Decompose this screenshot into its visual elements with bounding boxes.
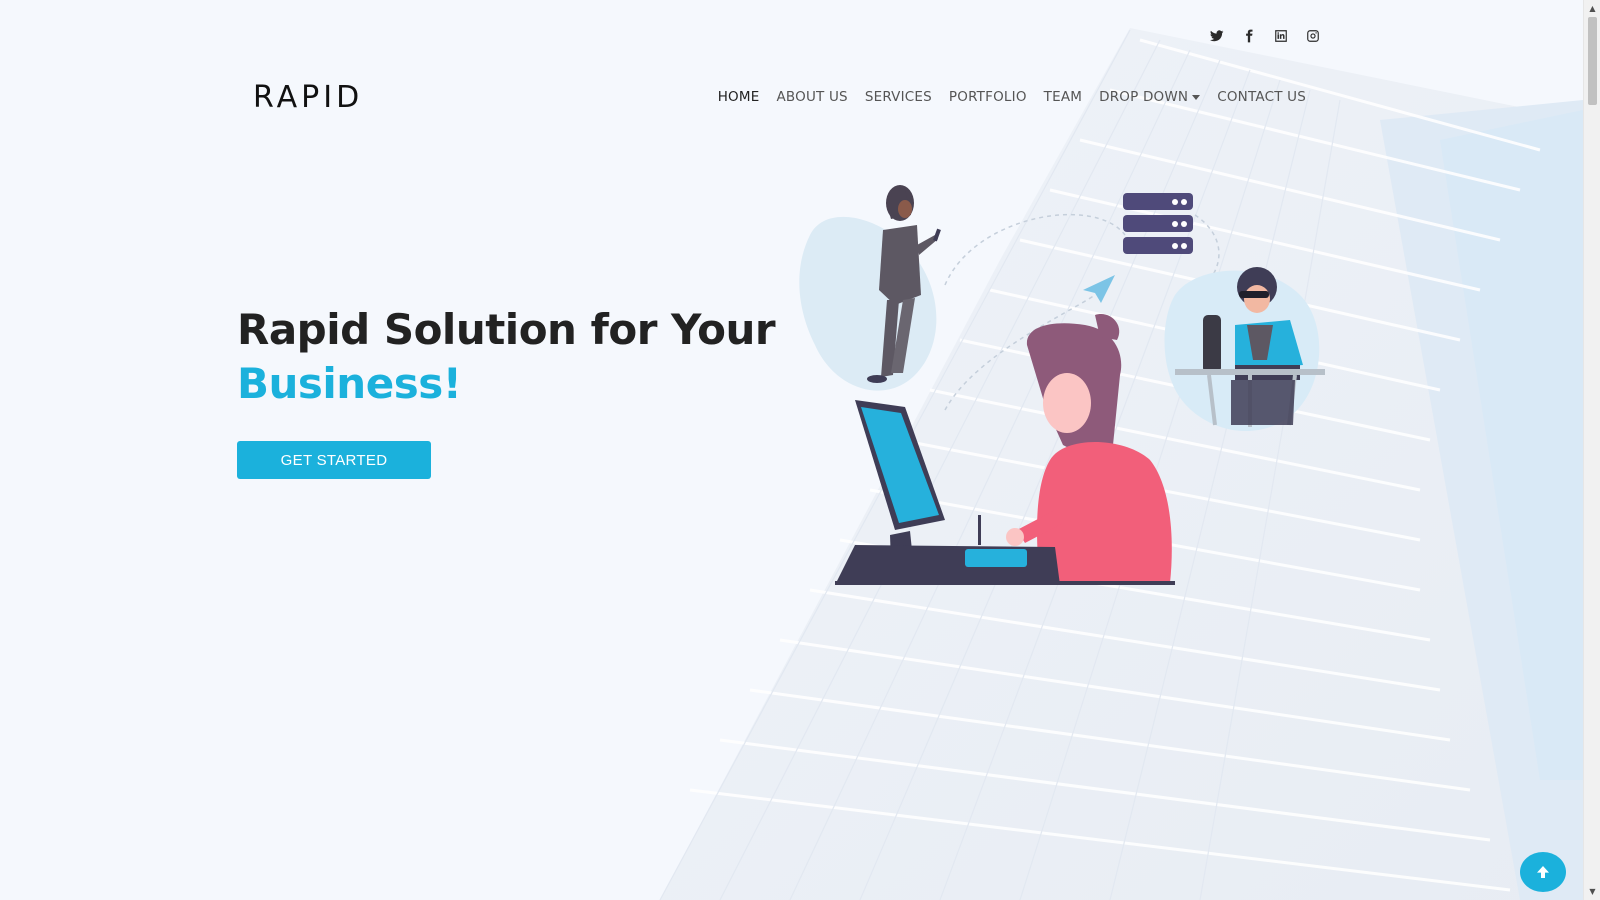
arrow-up-icon: [1537, 866, 1549, 878]
nav-item-about-us[interactable]: ABOUT US: [776, 89, 847, 105]
nav-item-team[interactable]: TEAM: [1044, 89, 1082, 105]
hero-illustration: [799, 185, 1325, 585]
caret-down-icon: [1192, 94, 1201, 100]
scroll-down-arrow-icon[interactable]: ▼: [1584, 883, 1600, 900]
facebook-icon[interactable]: [1240, 27, 1258, 45]
instagram-icon[interactable]: [1304, 27, 1322, 45]
nav-item-drop-down-label: DROP DOWN: [1099, 89, 1189, 105]
back-to-top-button[interactable]: [1520, 852, 1566, 892]
social-links: [1208, 27, 1322, 45]
twitter-icon[interactable]: [1208, 27, 1226, 45]
linkedin-icon[interactable]: [1272, 27, 1290, 45]
main-nav: HOME ABOUT US SERVICES PORTFOLIO TEAM DR…: [718, 89, 1306, 105]
get-started-button[interactable]: GET STARTED: [237, 441, 431, 479]
nav-item-contact-us[interactable]: CONTACT US: [1217, 89, 1306, 105]
nav-item-portfolio[interactable]: PORTFOLIO: [949, 89, 1027, 105]
scroll-up-arrow-icon[interactable]: ▲: [1584, 0, 1600, 17]
vertical-scrollbar[interactable]: ▲ ▼: [1583, 0, 1600, 900]
page: RAPID HOME ABOUT US SERVICES PORTFOLIO T…: [0, 0, 1583, 900]
hero-title-line1: Rapid Solution for Your: [237, 305, 776, 354]
nav-item-services[interactable]: SERVICES: [865, 89, 932, 105]
hero-title-line2: Business!: [237, 359, 462, 408]
hero-title: Rapid Solution for Your Business!: [237, 303, 776, 411]
nav-item-drop-down[interactable]: DROP DOWN: [1099, 89, 1201, 105]
nav-item-home[interactable]: HOME: [718, 89, 760, 105]
scrollbar-thumb[interactable]: [1588, 17, 1597, 105]
site-logo[interactable]: RAPID: [253, 80, 363, 115]
